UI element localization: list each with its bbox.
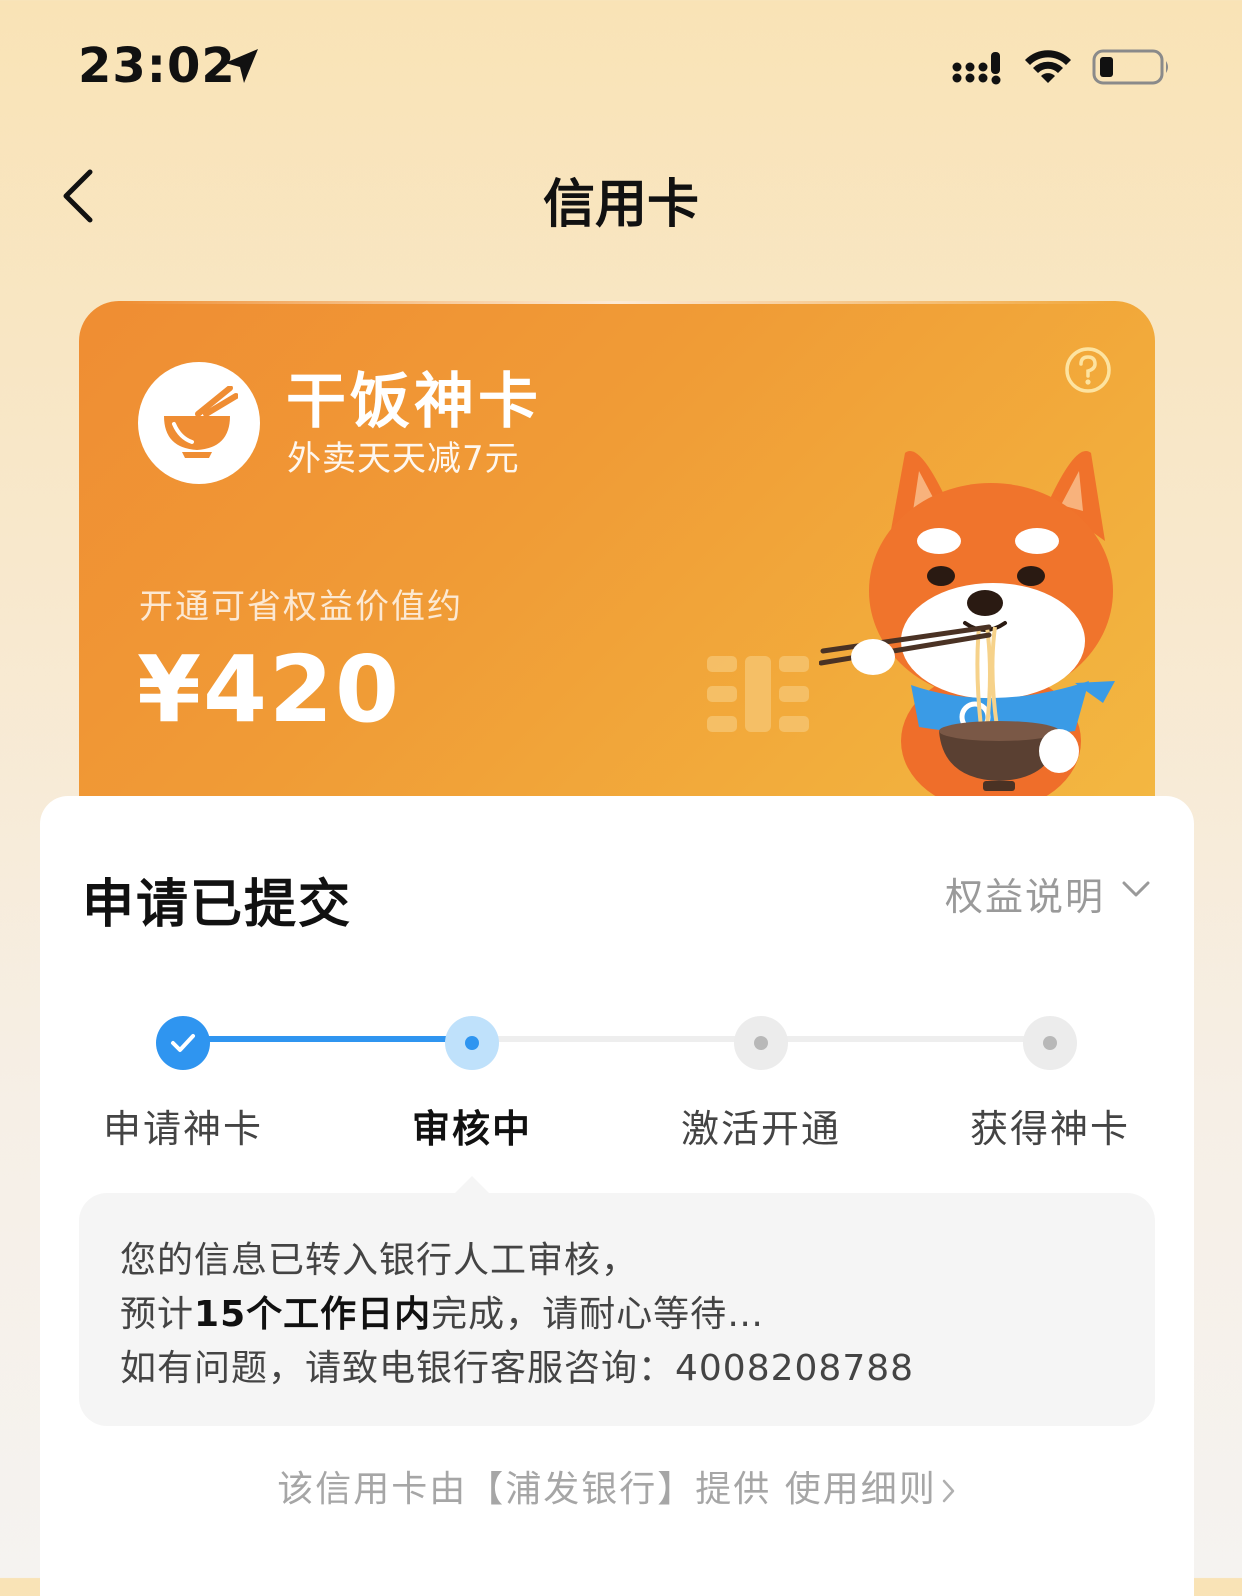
value-amount: ¥420 (137, 636, 402, 743)
wifi-icon (1025, 50, 1071, 83)
chevron-down-icon[interactable] (1120, 878, 1152, 900)
step-label-obtain: 获得神卡 (969, 1107, 1130, 1151)
application-status-panel: 申请已提交 权益说明 申请神卡 审核中 激活开通 获得神卡 您的信息已转入银行人… (40, 796, 1194, 1596)
card-name: 干饭神卡 (286, 367, 542, 437)
step-node-activate (734, 1016, 788, 1070)
signal-icon (952, 52, 1001, 85)
credit-card-banner: 干饭神卡 外卖天天减7元 开通可省权益价值约 ¥420 (79, 301, 1155, 831)
question-circle-icon[interactable] (1063, 345, 1113, 395)
brand-logo (138, 362, 260, 484)
status-time: 23:02 (78, 38, 236, 94)
bowl-chopsticks-icon (164, 386, 238, 458)
status-title: 申请已提交 (82, 875, 353, 935)
card-slogan: 外卖天天减7元 (287, 439, 520, 479)
info-line-1: 您的信息已转入银行人工审核， (120, 1240, 639, 1281)
provider-note: 该信用卡由【浦发银行】提供 使用细则 (40, 1460, 1194, 1512)
chevron-right-icon[interactable] (941, 1477, 957, 1505)
value-label: 开通可省权益价值约 (139, 587, 463, 627)
benefits-explanation-link[interactable]: 权益说明 (945, 866, 1105, 921)
status-bar: 23:02 (0, 0, 1242, 120)
usage-rules-link[interactable]: 使用细则 (785, 1469, 957, 1510)
card-chip-icon (707, 656, 809, 732)
info-pointer (454, 1176, 490, 1194)
progress-fill (183, 1036, 472, 1042)
step-label-review: 审核中 (411, 1107, 532, 1151)
page-title: 信用卡 (542, 175, 699, 235)
step-node-obtain (1023, 1016, 1077, 1070)
info-line-2: 预计15个工作日内完成，请耐心等待… (120, 1294, 765, 1335)
progress-track (183, 1036, 1049, 1042)
step-label-apply: 申请神卡 (102, 1107, 263, 1151)
step-label-activate: 激活开通 (680, 1107, 841, 1151)
review-duration: 15个工作日内 (194, 1294, 432, 1335)
check-icon (171, 1034, 195, 1052)
location-arrow-icon (225, 49, 258, 83)
review-info-box: 您的信息已转入银行人工审核， 预计15个工作日内完成，请耐心等待… 如有问题，请… (79, 1193, 1155, 1426)
info-line-3: 如有问题，请致电银行客服咨询：4008208788 (120, 1348, 915, 1389)
step-node-apply (156, 1016, 210, 1070)
battery-icon (1092, 49, 1168, 85)
provider-text: 该信用卡由【浦发银行】提供 (277, 1469, 772, 1510)
step-node-review (445, 1016, 499, 1070)
shiba-dog-mascot (819, 451, 1115, 801)
